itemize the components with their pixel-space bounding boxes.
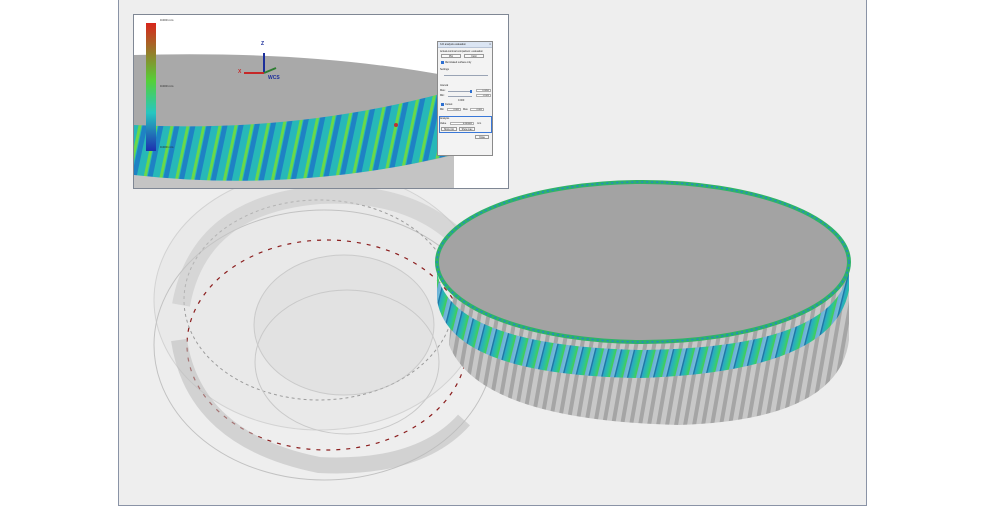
illuminated-checkbox[interactable] (441, 61, 444, 64)
plot-button[interactable]: Plot (441, 54, 461, 58)
ring-gear[interactable] (153, 169, 495, 481)
interval-max-label: Max: (440, 89, 446, 92)
close-icon[interactable]: × (489, 42, 491, 46)
interval-min-field[interactable]: -0.005 (476, 94, 491, 97)
value-field[interactable]: 0.000000 (450, 122, 474, 125)
settings-label: Settings (440, 68, 450, 71)
interval-min-slider[interactable] (448, 96, 472, 97)
illuminated-label: Illuminated surface only (445, 61, 472, 64)
cutout-max-field[interactable]: 0.000 (470, 108, 484, 111)
close-button[interactable]: Close (475, 135, 489, 139)
interval-min-label: Min: (440, 94, 445, 97)
selection-label: Actual-nominal comparison: evaluation (440, 50, 483, 53)
graphics-viewport[interactable]: 0.000 mm 0.000 mm 0.000 mm Z X WCS 3-D a… (118, 0, 867, 506)
cutout-checkbox[interactable] (441, 103, 444, 106)
interval-max-thumb[interactable] (470, 90, 472, 93)
cutout-min-label: Min (440, 108, 445, 111)
analysis-evaluation-dialog[interactable]: 3-D analysis evaluation × Actual-nominal… (437, 41, 493, 156)
interval-label: Interval (440, 84, 449, 87)
settings-slider[interactable] (444, 75, 488, 76)
show-max-button[interactable]: Show max (459, 127, 475, 131)
interval-percent: 0.000 (458, 99, 465, 102)
cutout-max-label: Max (463, 108, 468, 111)
analysis-inset-view[interactable]: 0.000 mm 0.000 mm 0.000 mm Z X WCS 3-D a… (133, 14, 509, 189)
value-unit: mm (477, 122, 482, 125)
external-gear[interactable] (435, 180, 851, 425)
scale-max-label: 0.000 mm (160, 18, 174, 22)
scale-min-label: 0.000 mm (160, 145, 174, 149)
cutout-min-field[interactable]: 0.000 (447, 108, 461, 111)
interval-max-field[interactable]: 0.0050 (476, 89, 491, 92)
triad-z-label: Z (261, 41, 265, 47)
cutout-label: Cutout (445, 103, 453, 106)
scale-mid-label: 0.000 mm (160, 84, 174, 88)
interval-max-slider[interactable] (448, 91, 472, 92)
triad-wcs-label: WCS (268, 75, 280, 81)
triad-x-label: X (238, 69, 242, 75)
dialog-title-bar[interactable]: 3-D analysis evaluation × (438, 42, 492, 48)
analysis-label: Analysis (440, 117, 450, 120)
color-scale-bar (146, 23, 156, 151)
dialog-title: 3-D analysis evaluation (440, 43, 466, 46)
color-button[interactable]: Color (464, 54, 484, 58)
show-min-button[interactable]: Show min (441, 127, 457, 131)
value-label: Value (440, 122, 447, 125)
